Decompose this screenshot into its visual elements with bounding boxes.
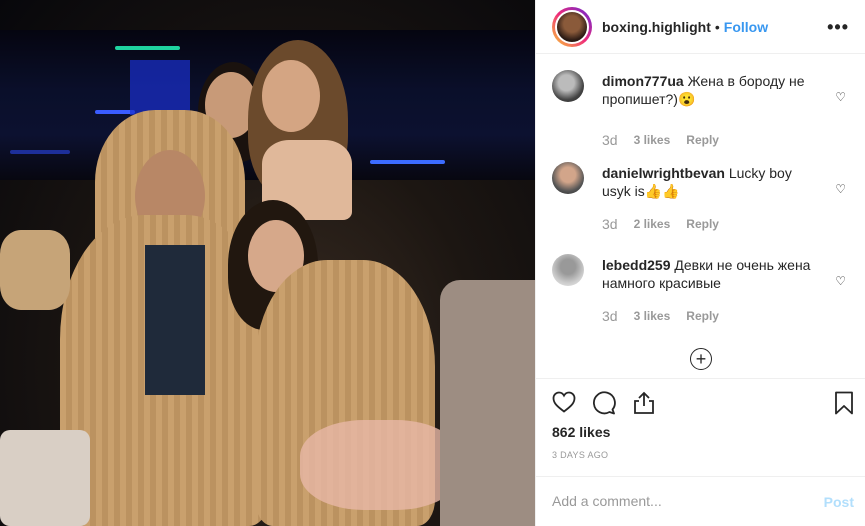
comment-username[interactable]: lebedd259	[602, 257, 670, 273]
author-avatar-image	[555, 9, 589, 44]
comment-username[interactable]: dimon777ua	[602, 73, 684, 89]
like-icon[interactable]	[552, 391, 576, 420]
bookmark-icon[interactable]	[834, 391, 854, 422]
city-light	[10, 150, 70, 154]
comment-item: lebedd259 Девки не очень жена намного кр…	[552, 254, 852, 334]
follow-button[interactable]: Follow	[724, 19, 768, 35]
comment-meta: 3d 2 likes Reply	[602, 216, 735, 232]
city-light	[115, 46, 180, 50]
commenter-avatar[interactable]	[552, 254, 584, 286]
man-shirt	[145, 245, 205, 395]
add-comment-bar: Post	[536, 476, 865, 526]
woman-face	[262, 60, 320, 132]
comment-item: danielwrightbevan Lucky boy usyk is👍👍 ♡ …	[552, 162, 852, 242]
comment-icon[interactable]	[592, 391, 616, 422]
comment-like-icon[interactable]: ♡	[835, 274, 846, 288]
city-light	[95, 110, 135, 114]
comment-username[interactable]: danielwrightbevan	[602, 165, 725, 181]
author-avatar[interactable]	[552, 6, 592, 47]
comment-time[interactable]: 3d	[602, 216, 618, 232]
post-header: boxing.highlight • Follow •••	[536, 0, 865, 54]
comments-list: dimon777ua Жена в бороду не пропишет?)😮 …	[536, 60, 865, 380]
comment-time[interactable]: 3d	[602, 132, 618, 148]
separator-dot: •	[714, 18, 720, 35]
commenter-avatar[interactable]	[552, 70, 584, 102]
chair-blanket	[0, 230, 70, 310]
comment-likes[interactable]: 2 likes	[634, 217, 671, 231]
more-options-icon[interactable]: •••	[827, 17, 849, 38]
city-light	[370, 160, 445, 164]
commenter-avatar[interactable]	[552, 162, 584, 194]
city-building	[130, 60, 190, 115]
comment-body: danielwrightbevan Lucky boy usyk is👍👍	[602, 164, 822, 200]
comment-meta: 3d 3 likes Reply	[602, 132, 735, 148]
comment-body: lebedd259 Девки не очень жена намного кр…	[602, 256, 822, 292]
post-photo[interactable]	[0, 0, 535, 526]
chair	[0, 430, 90, 526]
reply-button[interactable]: Reply	[686, 217, 719, 231]
post-actions	[536, 378, 865, 428]
reply-button[interactable]: Reply	[686, 309, 719, 323]
author-username[interactable]: boxing.highlight	[602, 19, 711, 35]
likes-count[interactable]: 862 likes	[552, 424, 610, 440]
comment-input[interactable]	[552, 493, 802, 509]
reply-button[interactable]: Reply	[686, 133, 719, 147]
share-icon[interactable]	[632, 391, 656, 422]
post-date: 3 DAYS AGO	[552, 450, 609, 460]
comment-body: dimon777ua Жена в бороду не пропишет?)😮	[602, 72, 822, 108]
comment-likes[interactable]: 3 likes	[634, 309, 671, 323]
comment-item: dimon777ua Жена в бороду не пропишет?)😮 …	[552, 70, 852, 150]
table	[440, 280, 535, 526]
comment-meta: 3d 3 likes Reply	[602, 308, 735, 324]
comment-like-icon[interactable]: ♡	[835, 90, 846, 104]
tulle-skirt	[300, 420, 460, 510]
comment-like-icon[interactable]: ♡	[835, 182, 846, 196]
comment-time[interactable]: 3d	[602, 308, 618, 324]
comment-likes[interactable]: 3 likes	[634, 133, 671, 147]
post-sidebar: boxing.highlight • Follow ••• dimon777ua…	[535, 0, 865, 526]
load-more-comments-icon[interactable]: +	[690, 348, 712, 370]
post-comment-button[interactable]: Post	[824, 494, 854, 510]
